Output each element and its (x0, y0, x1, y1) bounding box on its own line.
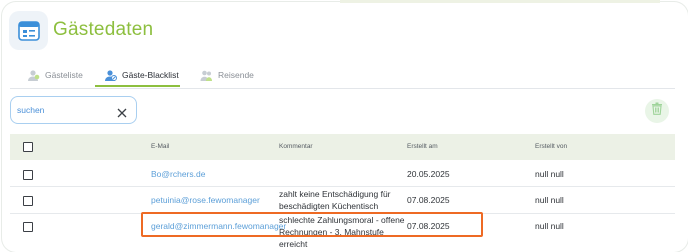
row-checkbox[interactable] (23, 170, 33, 180)
tab-guest-list-label: Gästeliste (45, 70, 83, 80)
tab-guest-list[interactable]: Gästeliste (27, 63, 83, 87)
search-box (10, 96, 137, 124)
page-title: Gästedaten (53, 19, 154, 40)
row-comment: zahlt keine Entschädigung für beschädigt… (279, 189, 391, 211)
row-checkbox[interactable] (23, 196, 33, 206)
tab-guest-blacklist[interactable]: Gäste-Blacklist (104, 63, 179, 87)
active-tab-indicator (95, 85, 180, 87)
select-all-checkbox[interactable] (23, 142, 33, 152)
guest-data-app-icon (9, 11, 48, 50)
tab-divider (10, 88, 675, 89)
tab-travelers[interactable]: Reisende (200, 63, 254, 87)
top-decoration (340, 0, 660, 3)
row-created-by: null null (535, 195, 564, 205)
row-created-at: 20.05.2025 (407, 169, 450, 179)
column-email: E-Mail (151, 143, 170, 150)
row-created-by: null null (535, 169, 564, 179)
table-header: E-Mail Kommentar Erstellt am Erstellt vo… (10, 134, 675, 160)
highlight-box (141, 212, 483, 237)
column-created-at: Erstellt am (407, 143, 438, 150)
clear-search-icon[interactable] (117, 105, 127, 118)
travelers-icon (200, 69, 213, 82)
row-email[interactable]: Bo@rchers.de (151, 169, 205, 179)
trash-icon (651, 102, 663, 120)
tab-travelers-label: Reisende (218, 70, 254, 80)
table-row[interactable]: Bo@rchers.de 20.05.2025 null null (10, 161, 675, 188)
row-created-by: null null (535, 221, 564, 231)
search-input[interactable] (17, 103, 107, 117)
tab-guest-blacklist-label: Gäste-Blacklist (122, 70, 179, 80)
row-checkbox[interactable] (23, 222, 33, 232)
delete-button[interactable] (645, 99, 669, 123)
column-created-by: Erstellt von (535, 143, 568, 150)
table-row[interactable]: petuinia@rose.fewomanager zahlt keine En… (10, 187, 675, 214)
row-created-at: 07.08.2025 (407, 195, 450, 205)
guest-blacklist-icon (104, 69, 117, 82)
guest-list-icon (27, 69, 40, 82)
column-comment: Kommentar (279, 143, 313, 150)
row-email[interactable]: petuinia@rose.fewomanager (151, 195, 260, 205)
